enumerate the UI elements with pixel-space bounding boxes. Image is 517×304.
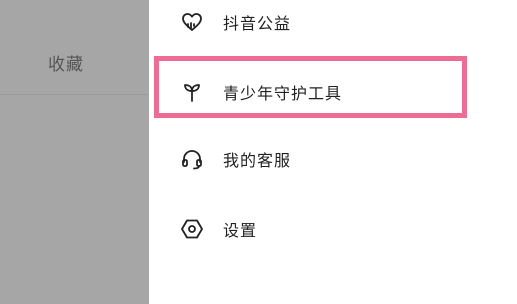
menu-item-label: 我的客服 — [223, 151, 292, 170]
menu-item-label: 设置 — [223, 221, 258, 240]
divider — [0, 94, 149, 95]
menu-item-customer-service[interactable]: 我的客服 — [149, 137, 517, 181]
menu-item-youth-protection[interactable]: 青少年守护工具 — [149, 70, 517, 114]
drawer-screen: 收藏 抖音公益 青少年守护工具 我的客服 设置 — [0, 0, 517, 304]
menu-item-label: 青少年守护工具 — [223, 84, 343, 103]
side-menu: 抖音公益 青少年守护工具 我的客服 设置 — [149, 0, 517, 304]
menu-item-douyin-charity[interactable]: 抖音公益 — [149, 0, 517, 44]
headset-icon — [179, 146, 205, 172]
hexagon-settings-icon — [179, 216, 205, 242]
left-profile-pane: 收藏 — [0, 0, 149, 304]
tab-favorites[interactable]: 收藏 — [48, 50, 84, 75]
menu-item-settings[interactable]: 设置 — [149, 207, 517, 251]
sprout-icon — [179, 79, 205, 105]
menu-item-label: 抖音公益 — [223, 14, 292, 33]
heart-cloud-icon — [179, 9, 205, 35]
